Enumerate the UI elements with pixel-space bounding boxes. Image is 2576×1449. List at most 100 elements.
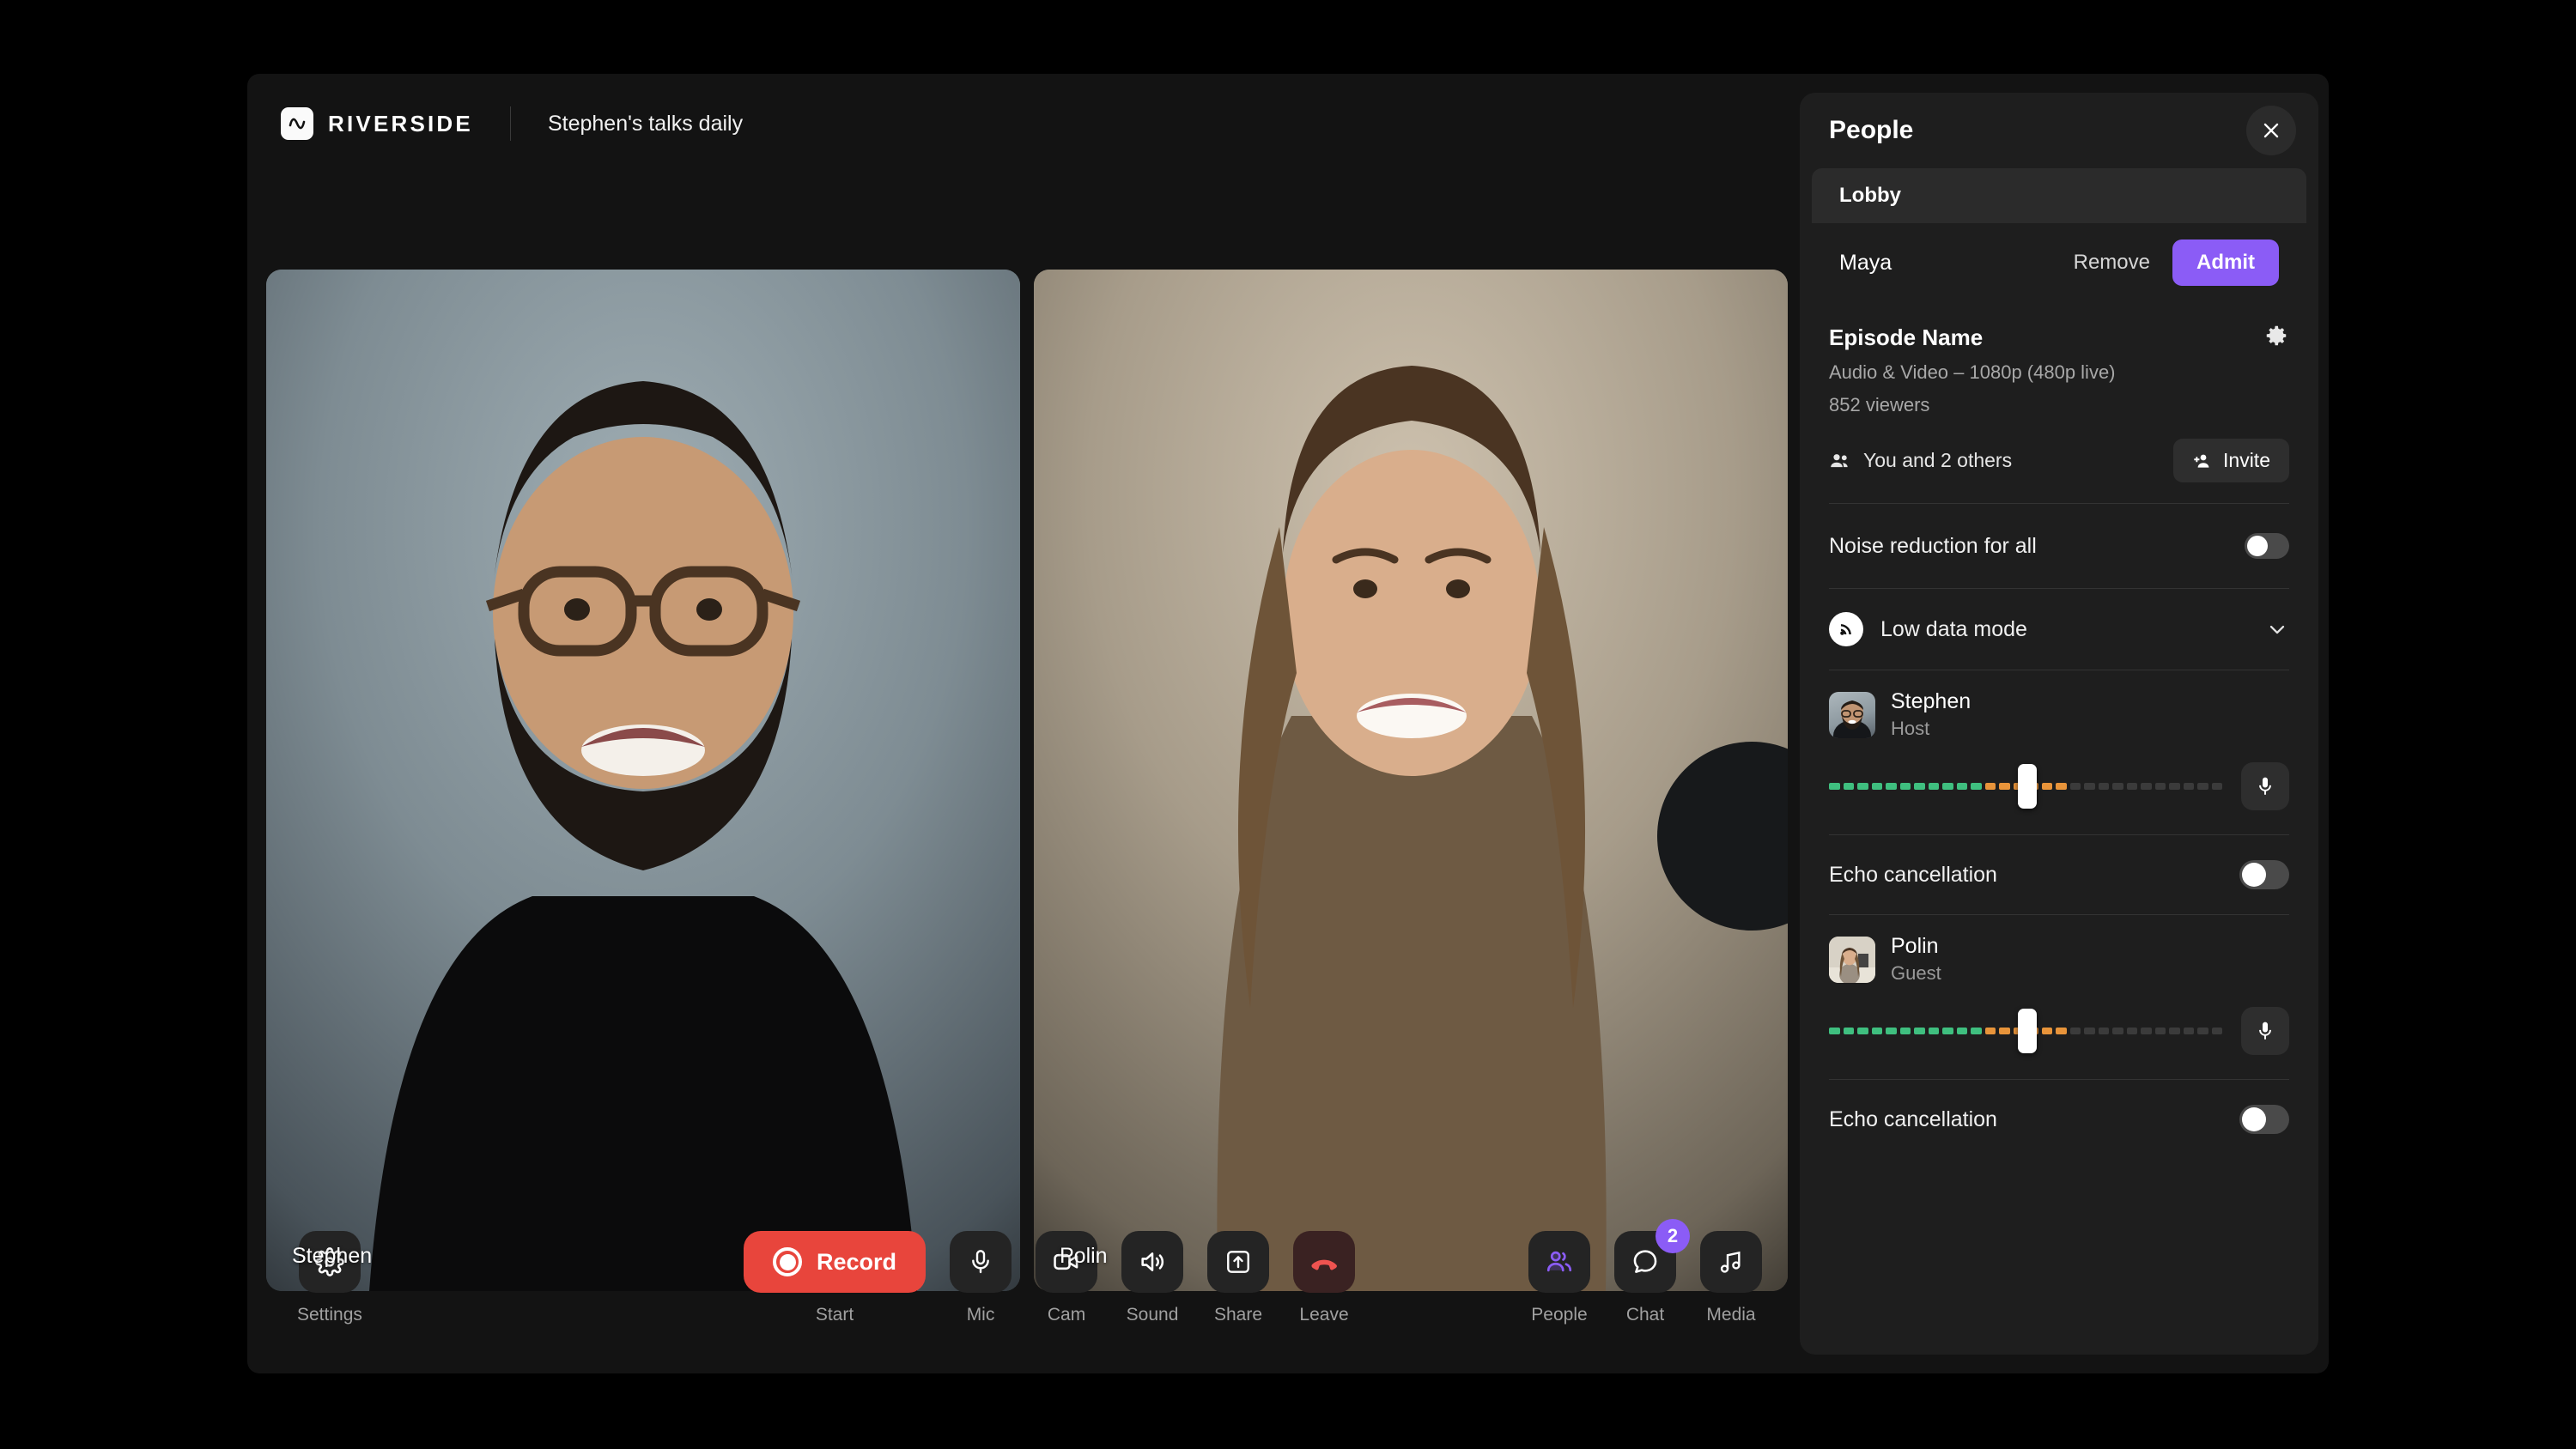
hangup-phone-icon[interactable] [1293,1231,1355,1293]
noise-reduction-toggle[interactable] [2245,533,2289,559]
meter-segment [1999,783,2010,790]
media-button[interactable]: Media [1700,1231,1762,1325]
meter-segment [1844,783,1855,790]
people-icon[interactable] [1528,1231,1590,1293]
episode-title: Episode Name [1829,324,2289,351]
meter-segment [1900,783,1911,790]
close-icon[interactable] [2246,106,2296,155]
microphone-icon[interactable] [950,1231,1012,1293]
echo-cancellation-toggle[interactable] [2239,860,2289,889]
gain-slider[interactable] [1829,769,2222,803]
participant-header: Polin Guest [1829,934,2289,985]
participant-name: Polin [1891,934,1941,959]
record-dot-icon [773,1247,802,1276]
people-group-icon [1829,450,1851,472]
chevron-down-icon[interactable] [2265,617,2289,641]
meter-segment [2184,783,2195,790]
room-title: Stephen's talks daily [548,112,743,136]
page-title: People [1829,116,1913,145]
leave-button[interactable]: Leave [1293,1231,1355,1325]
participant-role: Host [1891,718,1971,740]
video-tile-stephen[interactable]: Stephen [266,270,1020,1291]
participant-identity: Stephen Host [1891,689,1971,740]
meter-segment [1971,783,1982,790]
echo-cancellation-toggle[interactable] [2239,1105,2289,1134]
share-button[interactable]: Share [1207,1231,1269,1325]
record-button-label: Record [817,1249,896,1276]
meter-segment [2056,783,2067,790]
noise-reduction-label: Noise reduction for all [1829,534,2037,559]
tile-name-label: Stephen [292,1244,372,1269]
meter-segment [2099,783,2110,790]
low-data-mode-row[interactable]: Low data mode [1829,589,2289,670]
lobby-actions: Remove Admit [2074,239,2279,286]
lobby-person-name: Maya [1839,251,1892,276]
chat-button[interactable]: 2 Chat [1614,1231,1676,1325]
episode-footer: You and 2 others Invite [1829,439,2289,503]
meter-segment [2127,783,2138,790]
share-screen-icon[interactable] [1207,1231,1269,1293]
participant-video [266,270,1020,1291]
gain-slider-handle[interactable] [2018,1009,2037,1053]
avatar [1829,937,1875,983]
meter-segment [1829,1028,1840,1034]
echo-cancellation-label: Echo cancellation [1829,863,1997,888]
meter-segment [1914,783,1925,790]
echo-cancellation-label: Echo cancellation [1829,1107,1997,1132]
gain-slider[interactable] [1829,1014,2222,1048]
participant-identity: Polin Guest [1891,934,1941,985]
meter-segment [2127,1028,2138,1034]
participant-video [1034,270,1788,1291]
participant-stephen: Stephen Host [1829,670,2289,914]
leave-label: Leave [1299,1305,1348,1325]
meter-segment [1957,783,1968,790]
meter-segment [2155,1028,2166,1034]
music-note-icon[interactable] [1700,1231,1762,1293]
video-stage: Stephen [247,173,1801,1298]
cam-label: Cam [1048,1305,1085,1325]
mic-button[interactable]: Mic [950,1231,1012,1325]
meter-segment [2084,783,2095,790]
tile-name-label: Polin [1060,1244,1108,1269]
participant-polin: Polin Guest [1829,915,2289,1159]
meter-segment [2184,1028,2195,1034]
meter-segment [2056,1028,2067,1034]
video-tile-polin[interactable]: Polin [1034,270,1788,1291]
settings-label: Settings [297,1305,362,1325]
sound-button[interactable]: Sound [1121,1231,1183,1325]
meter-segment [2099,1028,2110,1034]
lobby-header: Lobby [1812,168,2306,223]
speaker-icon[interactable] [1121,1231,1183,1293]
meter-segment [2042,783,2053,790]
meter-segment [2212,783,2223,790]
meter-segment [2197,1028,2208,1034]
meter-segment [1886,783,1897,790]
noise-reduction-row: Noise reduction for all [1829,504,2289,588]
episode-members: You and 2 others [1829,449,2012,472]
record-toggle[interactable]: Record [744,1231,926,1293]
toolbar-center: Record Start Mic Cam [744,1231,1355,1325]
gain-slider-handle[interactable] [2018,764,2037,809]
gear-icon[interactable] [2263,323,2289,349]
people-button[interactable]: People [1528,1231,1590,1325]
meter-segment [2112,1028,2123,1034]
lobby-header-label: Lobby [1839,184,1901,208]
microphone-icon[interactable] [2241,762,2289,810]
remove-button[interactable]: Remove [2074,251,2150,275]
meter-segment [1900,1028,1911,1034]
chat-bubble-icon[interactable]: 2 [1614,1231,1676,1293]
mic-label: Mic [967,1305,995,1325]
invite-button[interactable]: Invite [2173,439,2289,482]
admit-button[interactable]: Admit [2172,239,2279,286]
microphone-icon[interactable] [2241,1007,2289,1055]
share-label: Share [1214,1305,1262,1325]
episode-viewers: 852 viewers [1829,394,2289,416]
sound-label: Sound [1127,1305,1179,1325]
meter-segment [1872,783,1883,790]
meter-segment [1999,1028,2010,1034]
meter-segment [1844,1028,1855,1034]
meter-segment [2084,1028,2095,1034]
record-button[interactable]: Record Start [744,1231,926,1325]
meter-segment [1872,1028,1883,1034]
wave-logo-icon [281,107,313,140]
